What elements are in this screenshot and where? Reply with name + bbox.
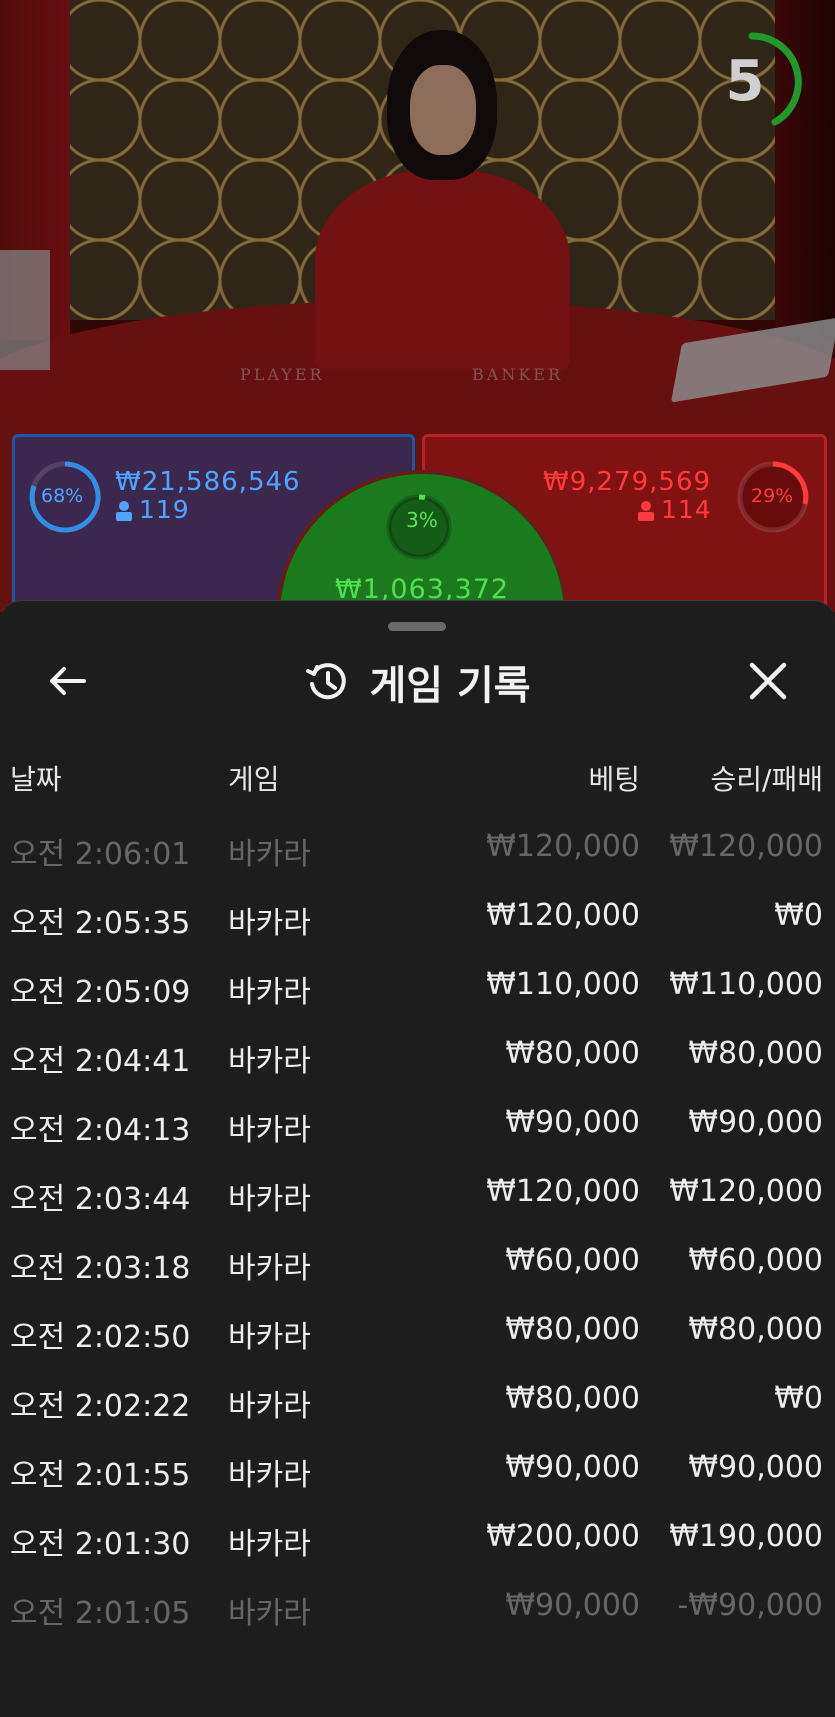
- row-bet: ₩200,000: [486, 1519, 640, 1554]
- player-bettor-count: 119: [115, 495, 190, 524]
- row-result: ₩0: [774, 898, 823, 933]
- row-bet: ₩60,000: [505, 1243, 640, 1278]
- column-header-game: 게임: [228, 763, 280, 796]
- tie-percent: 3%: [406, 508, 438, 532]
- row-bet: ₩110,000: [486, 967, 640, 1002]
- history-row[interactable]: 오전 2:01:05 바카라 ₩90,000 -₩90,000: [0, 1578, 835, 1647]
- row-game: 바카라: [228, 1596, 311, 1631]
- row-bet: ₩80,000: [505, 1381, 640, 1416]
- row-result: ₩90,000: [688, 1450, 823, 1485]
- row-game: 바카라: [228, 906, 311, 941]
- row-game: 바카라: [228, 1389, 311, 1424]
- row-game: 바카라: [228, 1182, 311, 1217]
- live-video-stream: PLAYER BANKER 5 68% ₩21,586,546 119 ₩9,2…: [0, 0, 835, 612]
- row-bet: ₩120,000: [486, 829, 640, 864]
- sheet-drag-handle[interactable]: [388, 622, 446, 631]
- history-row[interactable]: 오전 2:06:01 바카라 ₩120,000 ₩120,000: [0, 819, 835, 888]
- banker-total-bet: ₩9,279,569: [543, 467, 712, 497]
- row-result: ₩120,000: [669, 829, 823, 864]
- row-result: ₩80,000: [688, 1036, 823, 1071]
- history-row[interactable]: 오전 2:04:41 바카라 ₩80,000 ₩80,000: [0, 1026, 835, 1095]
- banker-bettor-count: 114: [637, 495, 712, 524]
- row-result: ₩190,000: [669, 1519, 823, 1554]
- close-icon: [749, 662, 787, 700]
- row-bet: ₩90,000: [505, 1105, 640, 1140]
- player-percent: 68%: [41, 485, 84, 507]
- row-time: 오전 2:04:41: [10, 1044, 191, 1079]
- history-row[interactable]: 오전 2:02:50 바카라 ₩80,000 ₩80,000: [0, 1302, 835, 1371]
- row-result: ₩80,000: [688, 1312, 823, 1347]
- row-time: 오전 2:01:55: [10, 1458, 191, 1493]
- sheet-title: 게임 기록: [369, 663, 531, 709]
- row-time: 오전 2:02:50: [10, 1320, 191, 1355]
- row-bet: ₩120,000: [486, 1174, 640, 1209]
- row-time: 오전 2:04:13: [10, 1113, 191, 1148]
- history-row[interactable]: 오전 2:03:18 바카라 ₩60,000 ₩60,000: [0, 1233, 835, 1302]
- history-table-header: 날짜 게임 베팅 승리/패배: [0, 758, 835, 798]
- row-game: 바카라: [228, 1044, 311, 1079]
- history-row[interactable]: 오전 2:05:09 바카라 ₩110,000 ₩110,000: [0, 957, 835, 1026]
- row-result: ₩110,000: [669, 967, 823, 1002]
- timer-value: 5: [725, 49, 765, 114]
- history-row[interactable]: 오전 2:04:13 바카라 ₩90,000 ₩90,000: [0, 1095, 835, 1164]
- row-bet: ₩90,000: [505, 1450, 640, 1485]
- row-game: 바카라: [228, 1320, 311, 1355]
- row-time: 오전 2:01:30: [10, 1527, 191, 1562]
- row-result: ₩0: [774, 1381, 823, 1416]
- row-time: 오전 2:06:01: [10, 837, 191, 872]
- row-result: ₩90,000: [688, 1105, 823, 1140]
- countdown-timer: 5: [700, 30, 804, 134]
- history-list[interactable]: 오전 2:06:01 바카라 ₩120,000 ₩120,000 오전 2:05…: [0, 819, 835, 1647]
- close-button[interactable]: [740, 653, 796, 709]
- row-bet: ₩80,000: [505, 1036, 640, 1071]
- sheet-header: 게임 기록: [0, 653, 835, 709]
- player-total-bet: ₩21,586,546: [115, 467, 301, 497]
- row-time: 오전 2:03:44: [10, 1182, 191, 1217]
- row-time: 오전 2:03:18: [10, 1251, 191, 1286]
- row-game: 바카라: [228, 1458, 311, 1493]
- row-game: 바카라: [228, 837, 311, 872]
- column-header-result: 승리/패배: [710, 763, 823, 796]
- game-history-sheet: 게임 기록 날짜 게임 베팅 승리/패배 오전 2:06:01 바카라 ₩120…: [0, 600, 835, 1717]
- column-header-bet: 베팅: [588, 763, 640, 796]
- row-bet: ₩120,000: [486, 898, 640, 933]
- history-icon: [306, 663, 347, 700]
- row-game: 바카라: [228, 1113, 311, 1148]
- row-game: 바카라: [228, 975, 311, 1010]
- column-header-date: 날짜: [10, 763, 62, 796]
- row-time: 오전 2:02:22: [10, 1389, 191, 1424]
- row-bet: ₩80,000: [505, 1312, 640, 1347]
- row-result: -₩90,000: [677, 1588, 823, 1623]
- history-row[interactable]: 오전 2:01:55 바카라 ₩90,000 ₩90,000: [0, 1440, 835, 1509]
- row-bet: ₩90,000: [505, 1588, 640, 1623]
- row-result: ₩120,000: [669, 1174, 823, 1209]
- row-time: 오전 2:05:35: [10, 906, 191, 941]
- row-result: ₩60,000: [688, 1243, 823, 1278]
- user-icon: [638, 501, 654, 521]
- history-row[interactable]: 오전 2:02:22 바카라 ₩80,000 ₩0: [0, 1371, 835, 1440]
- history-row[interactable]: 오전 2:05:35 바카라 ₩120,000 ₩0: [0, 888, 835, 957]
- row-game: 바카라: [228, 1527, 311, 1562]
- history-row[interactable]: 오전 2:03:44 바카라 ₩120,000 ₩120,000: [0, 1164, 835, 1233]
- user-icon: [116, 501, 132, 521]
- row-time: 오전 2:01:05: [10, 1596, 191, 1631]
- row-time: 오전 2:05:09: [10, 975, 191, 1010]
- row-game: 바카라: [228, 1251, 311, 1286]
- history-row[interactable]: 오전 2:01:30 바카라 ₩200,000 ₩190,000: [0, 1509, 835, 1578]
- banker-percent: 29%: [751, 485, 794, 507]
